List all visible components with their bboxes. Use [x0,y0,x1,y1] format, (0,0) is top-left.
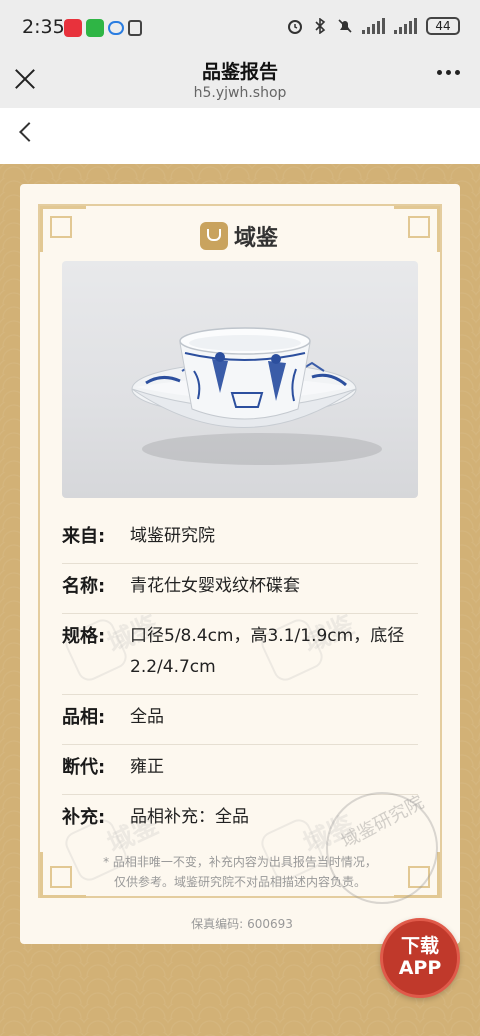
brand-name: 域鉴 [234,226,279,251]
info-key: 断代: [62,757,106,778]
brand-logo-icon [200,222,228,250]
frame-corner-ornament [50,216,72,238]
disclaimer-line: * 品相非唯一不变，补充内容为出具报告当时情况， [103,855,377,869]
page-title: 品鉴报告 [201,61,278,83]
info-row-spec: 规格: 口径5/8.4cm，高3.1/1.9cm，底径2.2/4.7cm [62,614,418,695]
bluetooth-icon [312,18,328,34]
info-key: 来自: [62,526,106,547]
browser-title-bar: 品鉴报告 h5.yjwh.shop [0,56,480,108]
info-row-dating: 断代: 雍正 [62,745,418,795]
battery-icon: 44 [426,17,460,35]
download-button-label: 下载 [400,935,439,957]
status-bar: 2:35 44 [0,0,480,56]
info-key: 规格: [62,626,106,647]
report-card: 域鉴 域鉴 域鉴 域鉴 域鉴 来自: 域鉴研究院 名称: 青花仕女婴戏纹杯碟套 … [20,184,460,944]
certificate-code-value: 600693 [247,917,293,931]
info-value: 雍正 [130,757,164,777]
signal-icon-2 [394,18,417,34]
more-options-button[interactable] [437,70,460,75]
back-button[interactable] [19,122,39,142]
brand-logo: 域鉴 [200,220,278,252]
info-key: 品相: [62,707,106,728]
info-row-condition: 品相: 全品 [62,695,418,745]
signal-icon [362,18,385,34]
cloud-icon [108,21,124,35]
info-value: 域鉴研究院 [130,526,215,546]
status-time: 2:35 [22,16,65,38]
alarm-icon [287,18,303,34]
info-row-name: 名称: 青花仕女婴戏纹杯碟套 [62,564,418,614]
page-url: h5.yjwh.shop [193,85,287,101]
certificate-code-label: 保真编码: [191,917,244,931]
info-row-source: 来自: 域鉴研究院 [62,514,418,564]
info-key: 补充: [62,807,106,828]
frame-corner-ornament [408,216,430,238]
disclaimer-line: 仅供参考。域鉴研究院不对品相描述内容负责。 [113,875,366,889]
info-value: 青花仕女婴戏纹杯碟套 [130,576,300,596]
nav-bar [0,108,480,164]
nfc-icon [128,20,142,36]
download-button-label: APP [398,957,442,979]
item-photo[interactable] [62,261,418,498]
mute-icon [337,18,353,34]
disclaimer: * 品相非唯一不变，补充内容为出具报告当时情况， 仅供参考。域鉴研究院不对品相描… [60,852,420,892]
wechat-notification-icon [86,19,104,37]
info-value: 全品 [130,707,164,727]
info-key: 名称: [62,576,106,597]
download-app-button[interactable]: 下载 APP [380,918,460,998]
app-notification-icon [64,19,82,37]
porcelain-cup-image [131,327,382,465]
info-value: 口径5/8.4cm，高3.1/1.9cm，底径2.2/4.7cm [130,626,405,677]
